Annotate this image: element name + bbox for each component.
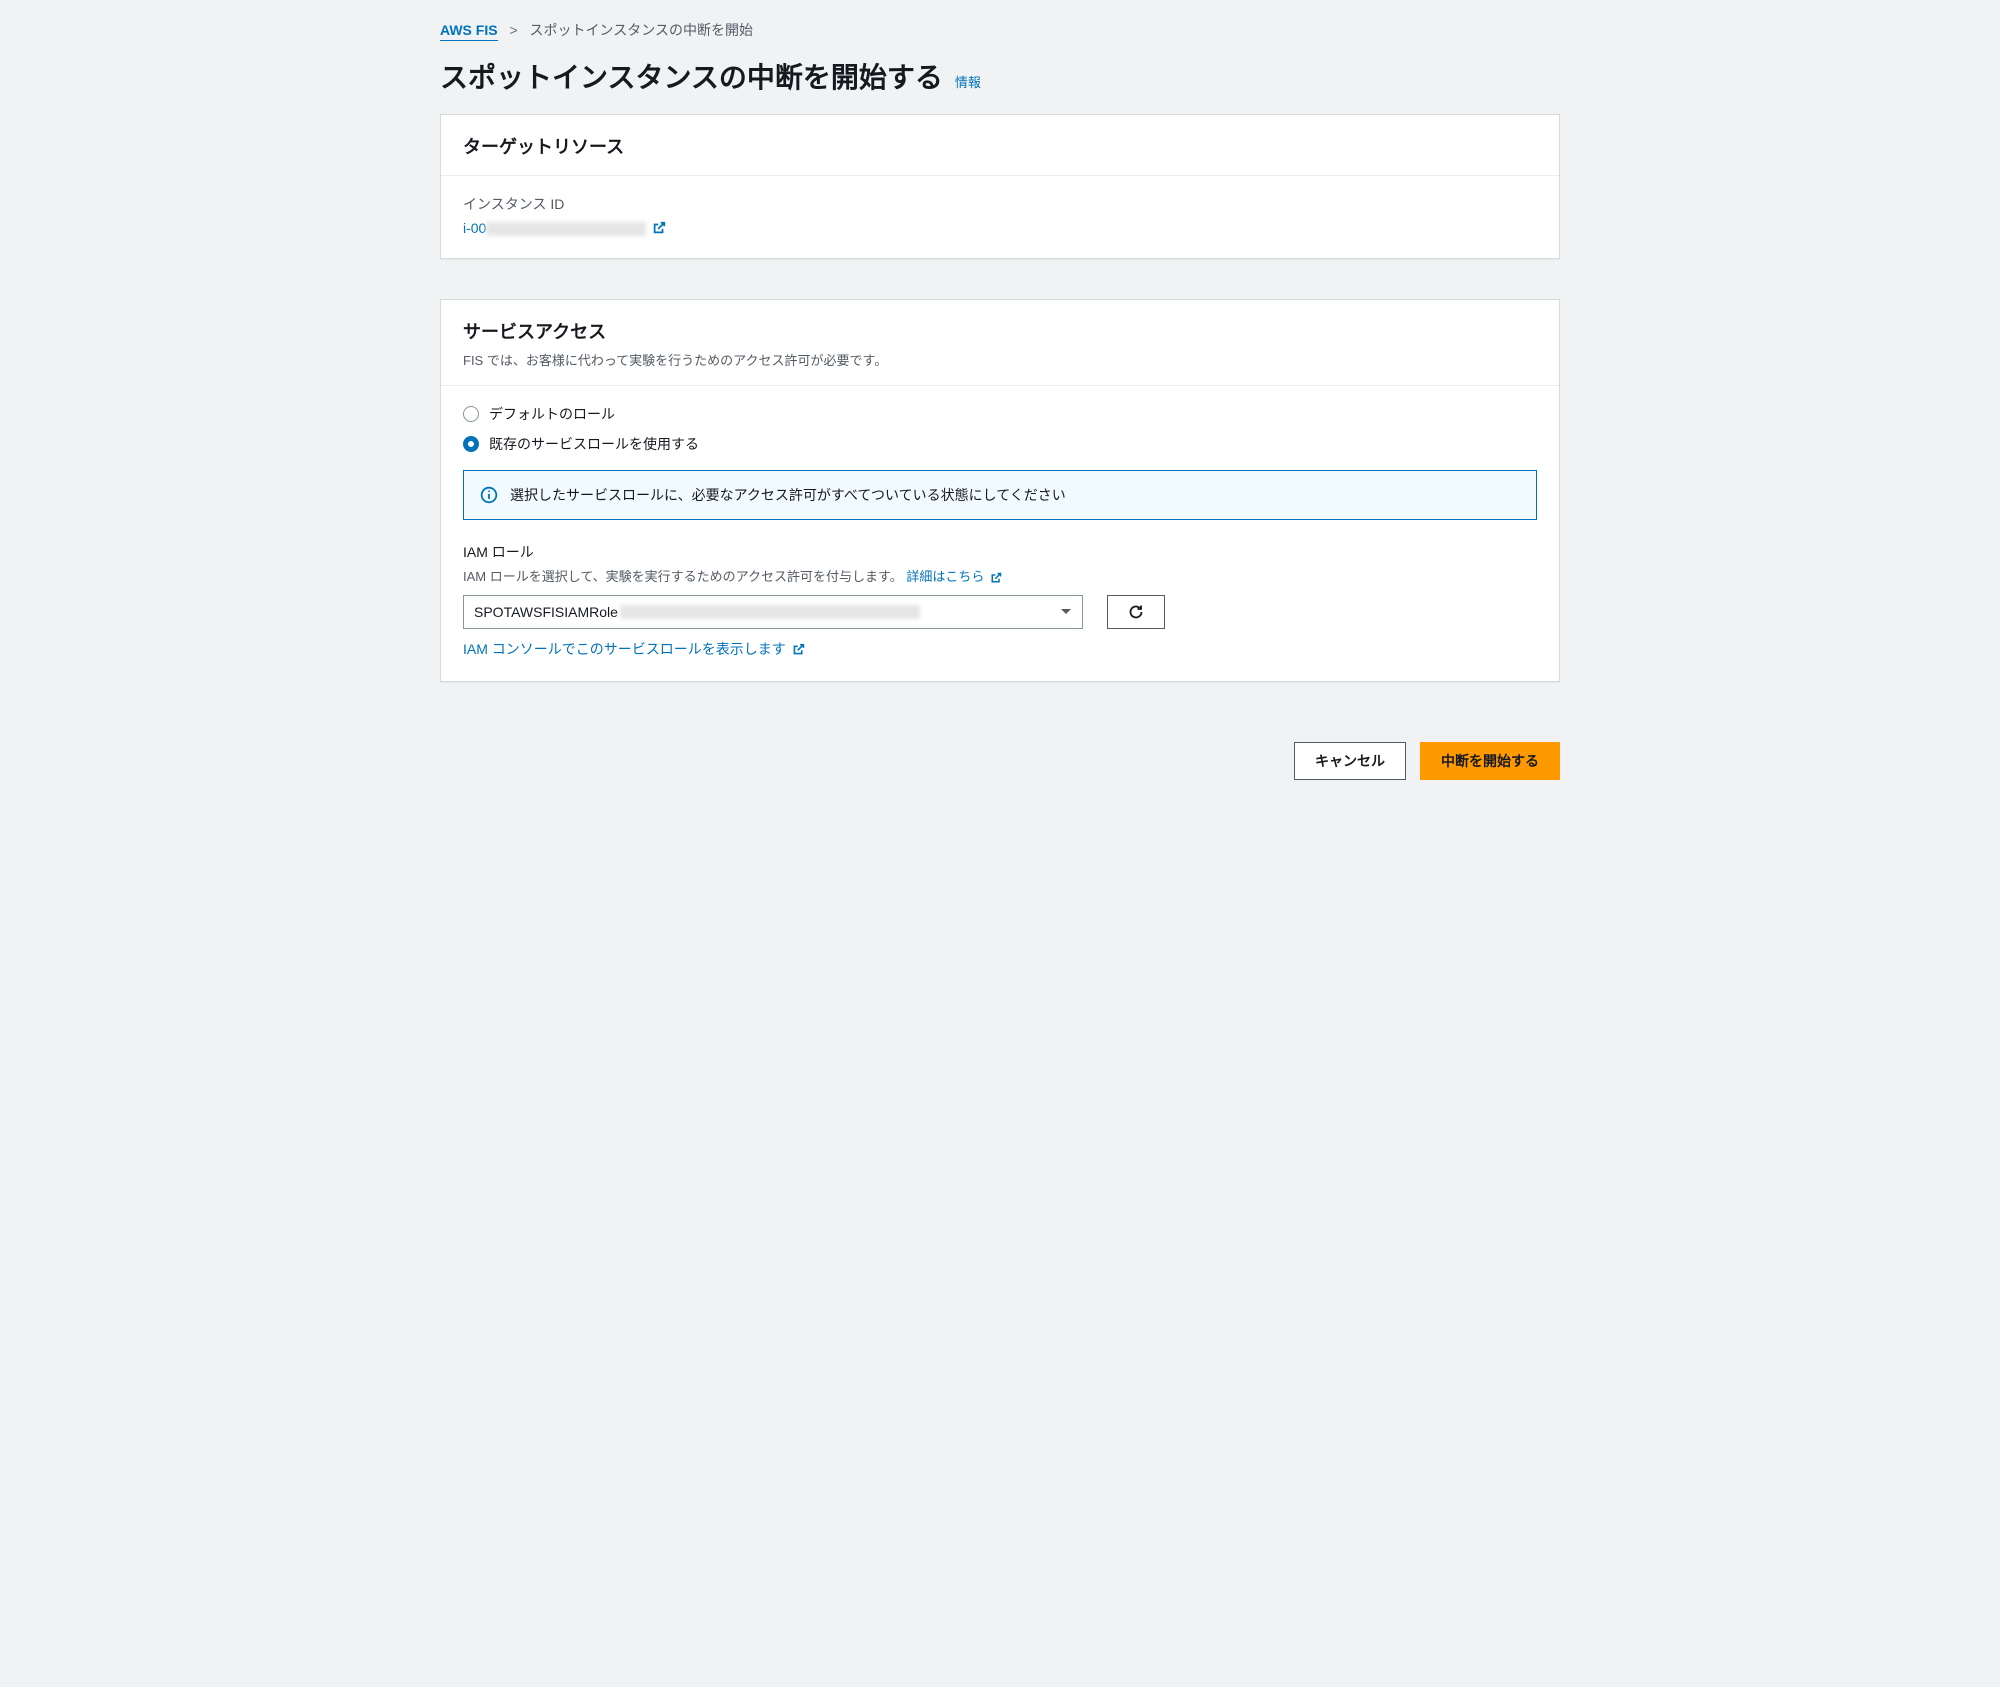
instance-id-prefix: i-00 [463, 220, 486, 236]
iam-role-select[interactable]: SPOTAWSFISIAMRole [463, 595, 1083, 629]
footer-actions: キャンセル 中断を開始する [440, 742, 1560, 780]
cancel-button[interactable]: キャンセル [1294, 742, 1406, 780]
instance-id-link[interactable]: i-00 [463, 220, 646, 236]
radio-icon [463, 436, 479, 452]
page-title: スポットインスタンスの中断を開始する 情報 [440, 56, 1560, 96]
learn-more-link[interactable]: 詳細はこちら [906, 569, 984, 584]
start-interruption-button[interactable]: 中断を開始する [1420, 742, 1560, 780]
breadcrumb-root-link[interactable]: AWS FIS [440, 22, 498, 41]
info-banner: 選択したサービスロールに、必要なアクセス許可がすべてついている状態にしてください [463, 470, 1537, 520]
radio-default-label: デフォルトのロール [489, 404, 615, 424]
view-in-iam-console-link[interactable]: IAM コンソールでこのサービスロールを表示します [463, 639, 786, 659]
breadcrumb-current: スポットインスタンスの中断を開始 [530, 22, 753, 38]
service-access-subtitle: FIS では、お客様に代わって実験を行うためのアクセス許可が必要です。 [463, 350, 1537, 369]
radio-icon [463, 406, 479, 422]
iam-role-label: IAM ロール [463, 542, 1537, 562]
radio-existing-label: 既存のサービスロールを使用する [489, 434, 699, 454]
info-link[interactable]: 情報 [955, 72, 981, 91]
external-link-icon [652, 221, 666, 235]
chevron-right-icon: > [509, 22, 517, 38]
instance-id-redacted [486, 222, 646, 236]
service-access-title: サービスアクセス [463, 318, 1537, 344]
iam-role-section: IAM ロール IAM ロールを選択して、実験を実行するためのアクセス許可を付与… [463, 542, 1537, 659]
target-resources-panel: ターゲットリソース インスタンス ID i-00 [440, 114, 1560, 259]
external-link-icon [792, 643, 805, 656]
iam-role-description: IAM ロールを選択して、実験を実行するためのアクセス許可を付与します。 詳細は… [463, 566, 1537, 585]
target-resources-header: ターゲットリソース [441, 115, 1559, 176]
service-access-header: サービスアクセス FIS では、お客様に代わって実験を行うためのアクセス許可が必… [441, 300, 1559, 386]
chevron-down-icon [1060, 608, 1072, 616]
service-access-panel: サービスアクセス FIS では、お客様に代わって実験を行うためのアクセス許可が必… [440, 299, 1560, 682]
radio-default-role[interactable]: デフォルトのロール [463, 404, 1537, 424]
iam-role-redacted [620, 605, 920, 619]
role-radio-group: デフォルトのロール 既存のサービスロールを使用する [463, 404, 1537, 454]
info-icon [480, 486, 498, 504]
iam-role-selected-value: SPOTAWSFISIAMRole [474, 604, 618, 620]
external-link-icon [990, 572, 1002, 584]
breadcrumb: AWS FIS > スポットインスタンスの中断を開始 [440, 20, 1560, 40]
refresh-icon [1128, 604, 1144, 620]
refresh-button[interactable] [1107, 595, 1165, 629]
radio-existing-role[interactable]: 既存のサービスロールを使用する [463, 434, 1537, 454]
page-title-text: スポットインスタンスの中断を開始する [440, 56, 943, 96]
instance-id-label: インスタンス ID [463, 194, 1537, 214]
info-banner-text: 選択したサービスロールに、必要なアクセス許可がすべてついている状態にしてください [510, 485, 1066, 505]
target-resources-title: ターゲットリソース [463, 133, 1537, 159]
